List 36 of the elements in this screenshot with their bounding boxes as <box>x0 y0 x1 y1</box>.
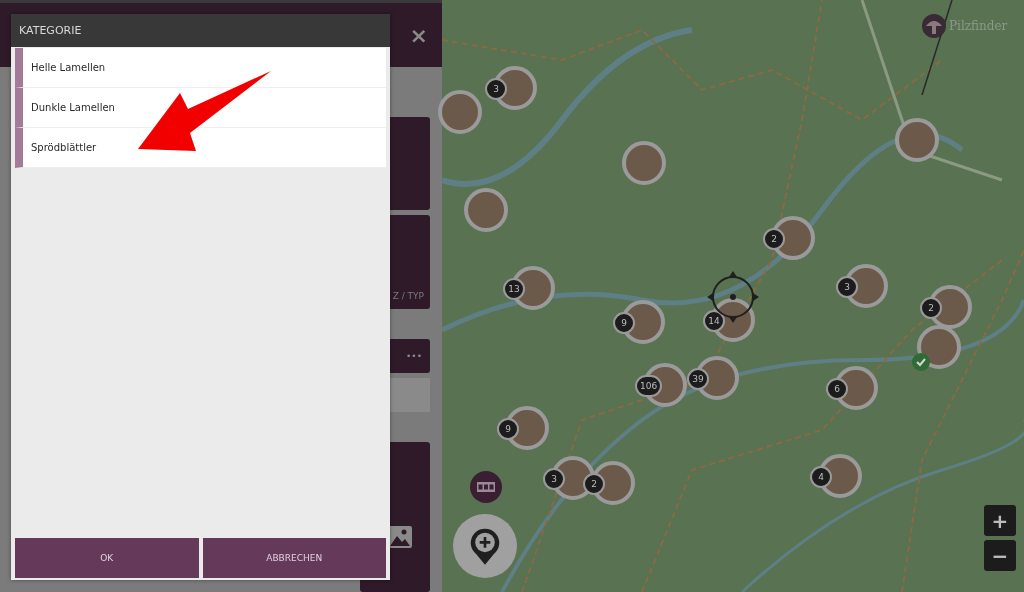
map-pin[interactable] <box>511 266 555 310</box>
cluster-count: 4 <box>810 466 832 488</box>
map-pin[interactable] <box>834 366 878 410</box>
close-button[interactable]: × <box>409 22 428 48</box>
image-icon <box>388 526 412 548</box>
map-pin[interactable] <box>844 264 888 308</box>
zoom-in-button[interactable]: + <box>984 505 1016 536</box>
cluster-count: 106 <box>635 375 663 397</box>
filmstrip-icon <box>477 482 495 492</box>
map-pin[interactable] <box>505 406 549 450</box>
add-pin-icon <box>469 527 501 565</box>
cluster-count: 3 <box>485 78 507 100</box>
cluster-count: 39 <box>687 368 709 390</box>
zoom-out-button[interactable]: − <box>984 540 1016 571</box>
cluster-count: 2 <box>763 228 785 250</box>
cluster-count: 13 <box>503 278 525 300</box>
checkmark-icon <box>912 353 930 371</box>
cluster-count: 9 <box>497 418 519 440</box>
category-item[interactable]: Helle Lamellen <box>15 48 386 88</box>
cluster-count: 3 <box>543 468 565 490</box>
mushroom-logo-icon <box>922 14 946 38</box>
gallery-button[interactable] <box>470 471 502 503</box>
map-pin[interactable] <box>695 356 739 400</box>
map-pin[interactable] <box>493 66 537 110</box>
cluster-count: 2 <box>920 297 942 319</box>
card-label: Z / TYP <box>392 291 425 303</box>
crosshair-icon <box>707 271 759 323</box>
category-item[interactable]: Sprödblättler <box>15 128 386 168</box>
dialog-button[interactable]: OK <box>15 538 199 578</box>
dialog-button[interactable]: ABBRECHEN <box>202 538 386 578</box>
dialog-title: KATEGORIE <box>11 14 390 47</box>
cluster-count: 3 <box>836 276 858 298</box>
map-pin[interactable] <box>818 454 862 498</box>
cluster-count: 9 <box>613 312 635 334</box>
cluster-count: 14 <box>703 310 725 332</box>
cluster-count: 6 <box>826 378 848 400</box>
